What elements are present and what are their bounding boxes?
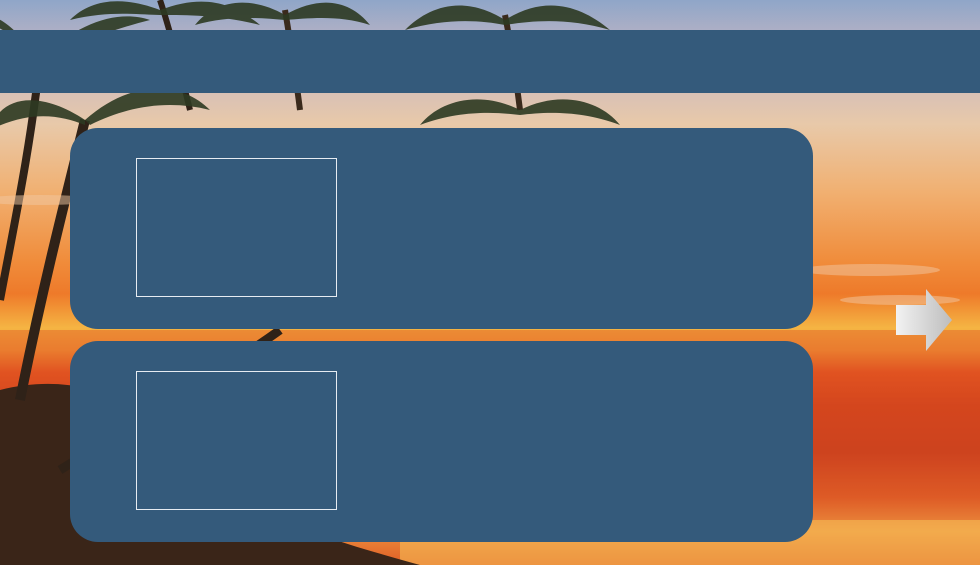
content-panel-1 bbox=[70, 128, 813, 329]
image-placeholder-1[interactable] bbox=[136, 158, 337, 297]
title-bar bbox=[0, 30, 980, 93]
arrow-right-icon[interactable] bbox=[896, 289, 952, 351]
content-panel-2 bbox=[70, 341, 813, 542]
image-placeholder-2[interactable] bbox=[136, 371, 337, 510]
